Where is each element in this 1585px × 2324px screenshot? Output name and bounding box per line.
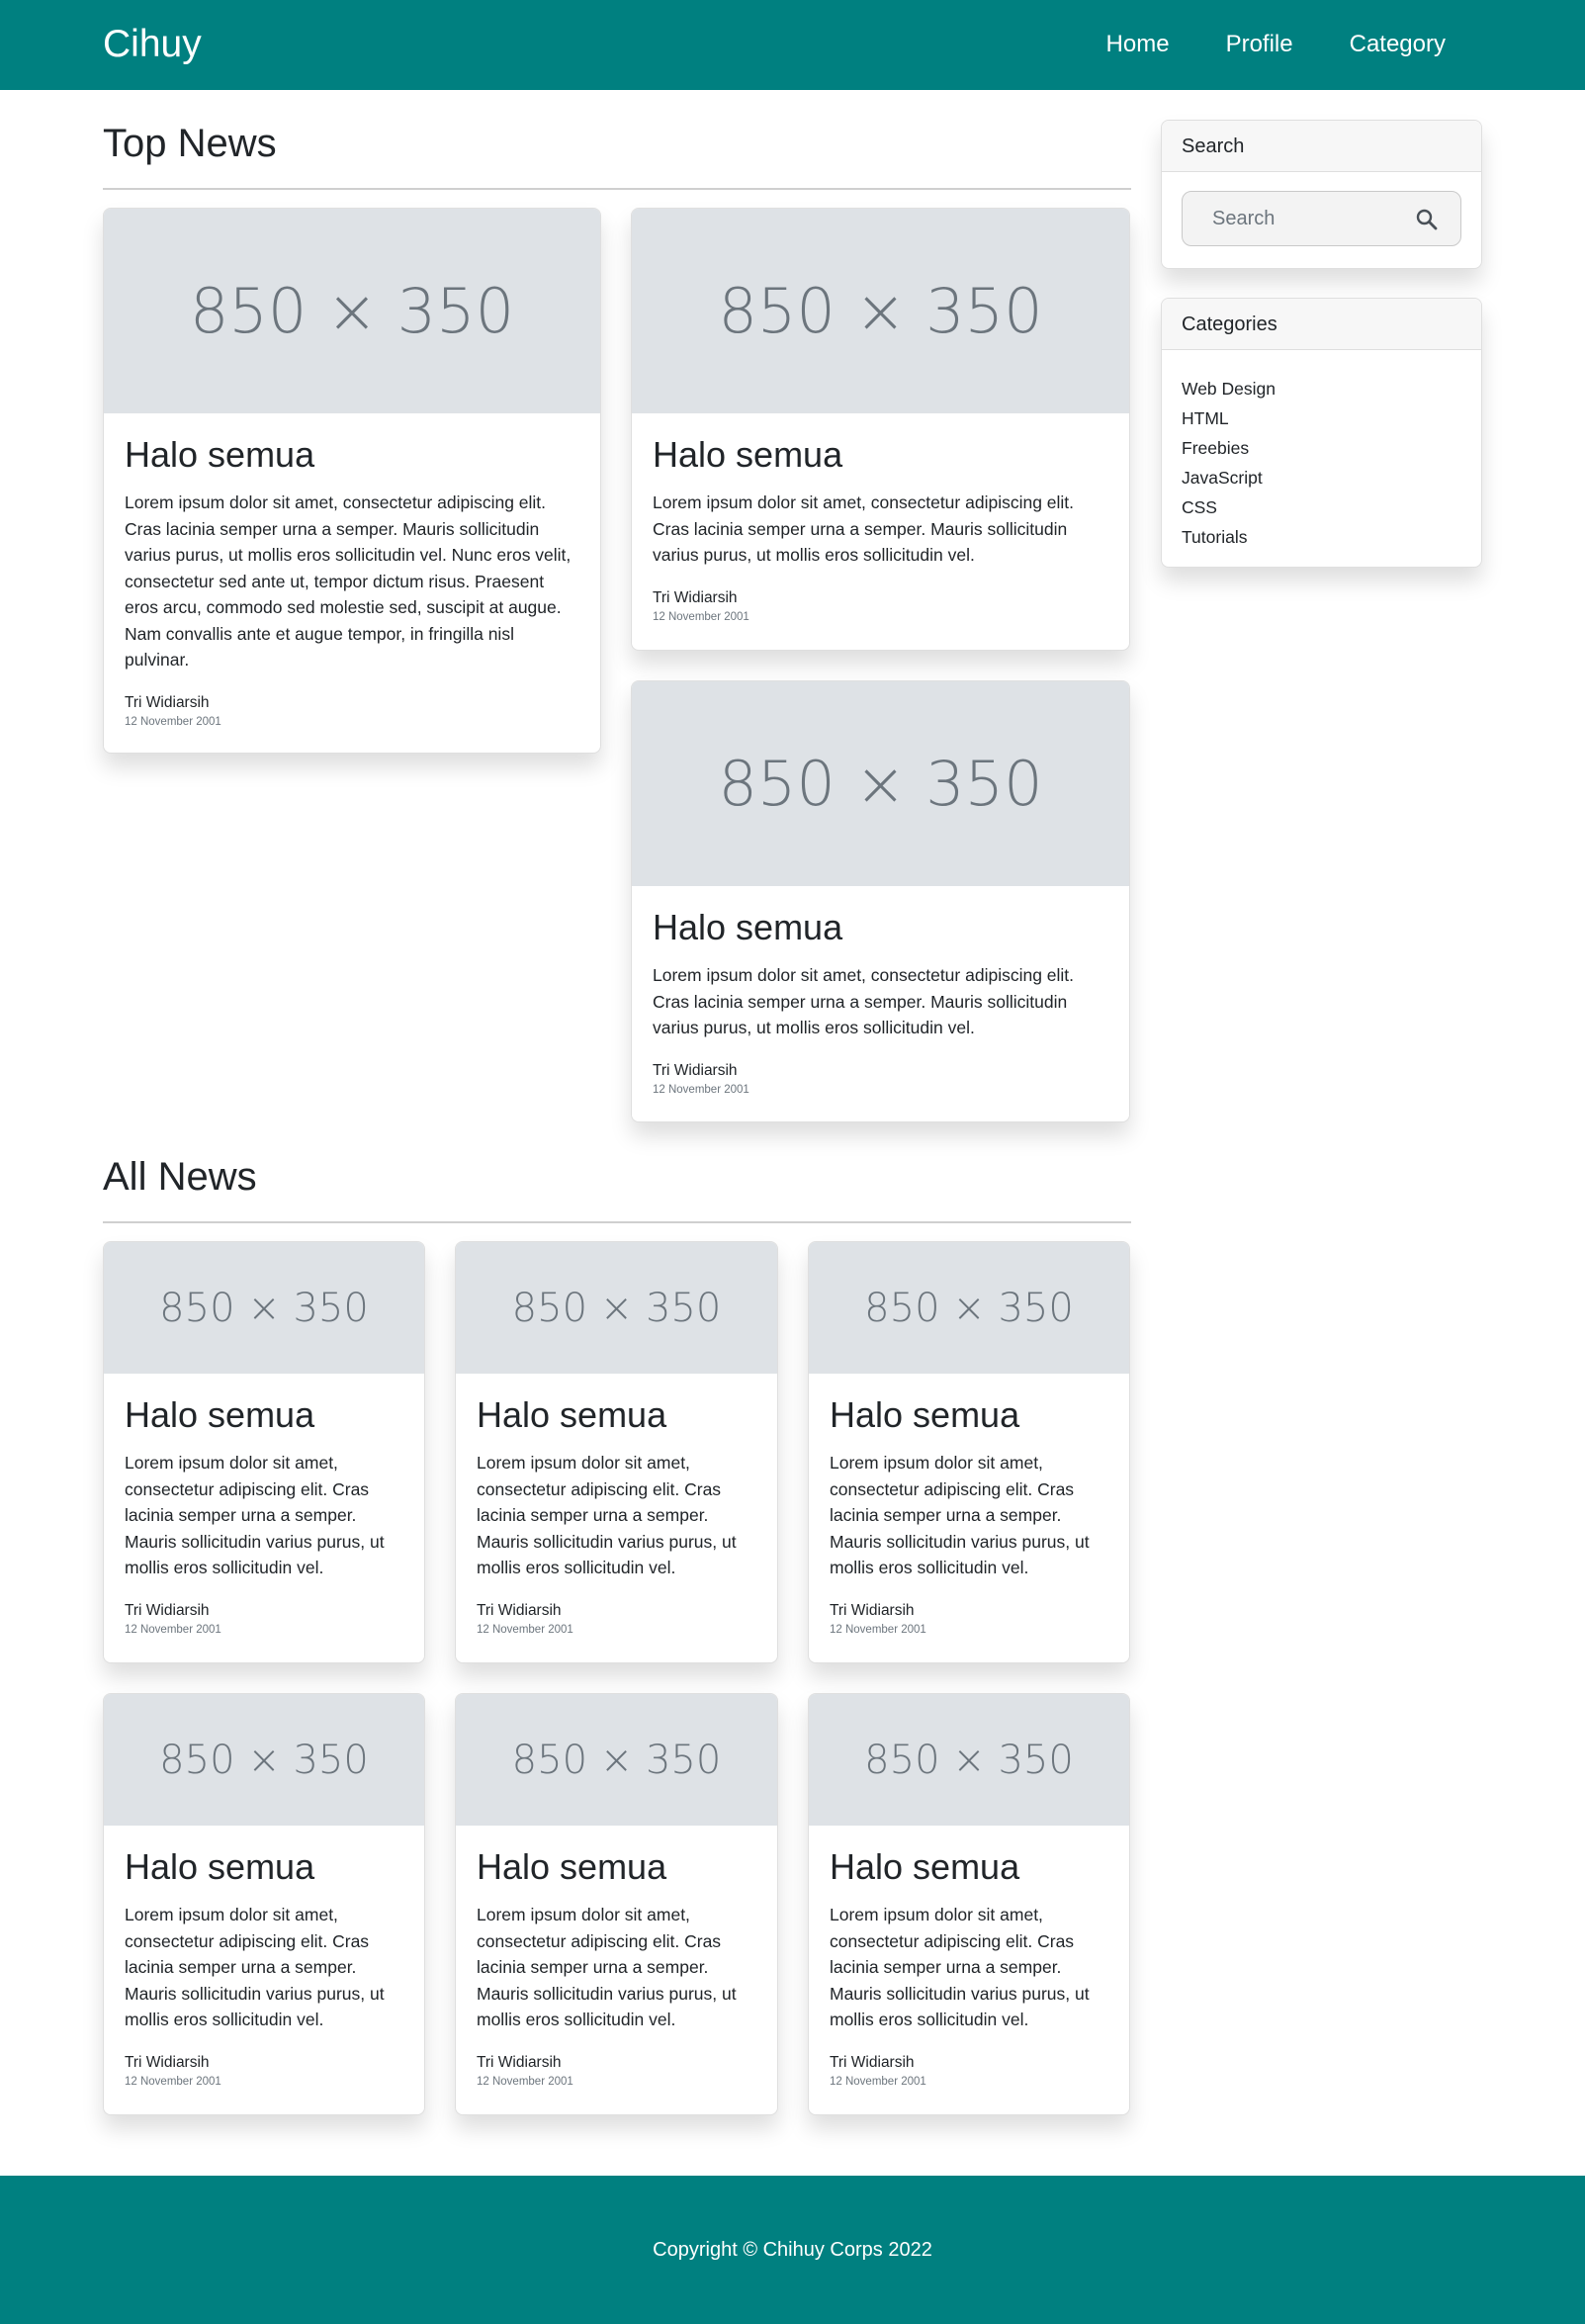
card-author: Tri Widiarsih: [125, 693, 210, 711]
all-news-title: All News: [103, 1154, 1131, 1223]
footer: Copyright © Chihuy Corps 2022: [0, 2176, 1585, 2324]
card-image-placeholder: 850 × 350: [104, 209, 600, 413]
card-author: Tri Widiarsih: [653, 588, 738, 606]
category-item-css[interactable]: CSS: [1182, 492, 1461, 522]
card-body: Halo semua Lorem ipsum dolor sit amet, c…: [809, 1374, 1129, 1660]
categories-list: Web Design HTML Freebies JavaScript CSS …: [1162, 350, 1481, 567]
categories-widget: Categories Web Design HTML Freebies Java…: [1161, 298, 1482, 568]
card-text: Lorem ipsum dolor sit amet, consectetur …: [125, 1905, 385, 2029]
card-body: Halo semua Lorem ipsum dolor sit amet, c…: [456, 1826, 777, 2112]
card-title[interactable]: Halo semua: [653, 907, 1108, 948]
news-card[interactable]: 850 × 350 Halo semua Lorem ipsum dolor s…: [103, 1241, 425, 1663]
card-image-placeholder: 850 × 350: [809, 1694, 1129, 1826]
card-image-placeholder: 850 × 350: [456, 1694, 777, 1826]
card-author: Tri Widiarsih: [653, 1061, 738, 1079]
news-card[interactable]: 850 × 350 Halo semua Lorem ipsum dolor s…: [808, 1693, 1130, 2115]
card-body: Halo semua Lorem ipsum dolor sit amet, c…: [809, 1826, 1129, 2112]
category-item-html[interactable]: HTML: [1182, 403, 1461, 433]
search-widget: Search: [1161, 120, 1482, 269]
card-image-placeholder: 850 × 350: [632, 681, 1129, 886]
card-author: Tri Widiarsih: [830, 1601, 915, 1619]
nav-links: Home Profile Category: [1050, 27, 1446, 62]
card-title[interactable]: Halo semua: [653, 434, 1108, 476]
card-text: Lorem ipsum dolor sit amet, consectetur …: [477, 1453, 737, 1577]
card-body: Halo semua Lorem ipsum dolor sit amet, c…: [104, 1374, 424, 1660]
card-title[interactable]: Halo semua: [125, 434, 579, 476]
card-title[interactable]: Halo semua: [477, 1394, 756, 1436]
card-date: 12 November 2001: [477, 2075, 573, 2088]
card-date: 12 November 2001: [830, 2075, 926, 2088]
category-item-freebies[interactable]: Freebies: [1182, 433, 1461, 463]
card-author: Tri Widiarsih: [125, 2053, 210, 2071]
card-image-placeholder: 850 × 350: [104, 1694, 424, 1826]
card-date: 12 November 2001: [653, 1083, 749, 1096]
card-date: 12 November 2001: [125, 2075, 221, 2088]
card-text: Lorem ipsum dolor sit amet, consectetur …: [125, 1453, 385, 1577]
search-box: [1182, 191, 1461, 246]
navbar: Cihuy Home Profile Category: [0, 0, 1585, 90]
card-author: Tri Widiarsih: [125, 1601, 210, 1619]
nav-link-home[interactable]: Home: [1106, 27, 1170, 62]
search-widget-header: Search: [1162, 121, 1481, 172]
search-icon[interactable]: [1415, 208, 1439, 231]
card-text: Lorem ipsum dolor sit amet, consectetur …: [477, 1905, 737, 2029]
footer-copyright: Copyright © Chihuy Corps 2022: [653, 2238, 932, 2261]
category-item-javascript[interactable]: JavaScript: [1182, 463, 1461, 492]
card-body: Halo semua Lorem ipsum dolor sit amet, c…: [456, 1374, 777, 1660]
card-date: 12 November 2001: [125, 715, 221, 728]
nav-link-category[interactable]: Category: [1350, 27, 1446, 62]
card-image-placeholder: 850 × 350: [809, 1242, 1129, 1374]
card-text: Lorem ipsum dolor sit amet, consectetur …: [653, 965, 1075, 1037]
card-date: 12 November 2001: [830, 1623, 926, 1636]
card-title[interactable]: Halo semua: [477, 1846, 756, 1888]
nav-link-profile[interactable]: Profile: [1226, 27, 1293, 62]
top-news-title: Top News: [103, 121, 1131, 190]
top-news-card[interactable]: 850 × 350 Halo semua Lorem ipsum dolor s…: [103, 208, 601, 754]
card-body: Halo semua Lorem ipsum dolor sit amet, c…: [104, 413, 600, 753]
card-author: Tri Widiarsih: [830, 2053, 915, 2071]
category-item-web-design[interactable]: Web Design: [1182, 374, 1461, 403]
top-news-card[interactable]: 850 × 350 Halo semua Lorem ipsum dolor s…: [631, 208, 1130, 651]
news-card[interactable]: 850 × 350 Halo semua Lorem ipsum dolor s…: [455, 1241, 778, 1663]
card-image-placeholder: 850 × 350: [456, 1242, 777, 1374]
card-author: Tri Widiarsih: [477, 2053, 562, 2071]
card-date: 12 November 2001: [477, 1623, 573, 1636]
card-text: Lorem ipsum dolor sit amet, consectetur …: [830, 1905, 1090, 2029]
card-title[interactable]: Halo semua: [125, 1394, 403, 1436]
brand-logo[interactable]: Cihuy: [103, 22, 202, 67]
card-title[interactable]: Halo semua: [125, 1846, 403, 1888]
card-text: Lorem ipsum dolor sit amet, consectetur …: [830, 1453, 1090, 1577]
card-title[interactable]: Halo semua: [830, 1846, 1108, 1888]
card-image-placeholder: 850 × 350: [104, 1242, 424, 1374]
card-body: Halo semua Lorem ipsum dolor sit amet, c…: [104, 1826, 424, 2112]
card-text: Lorem ipsum dolor sit amet, consectetur …: [125, 492, 572, 670]
categories-widget-header: Categories: [1162, 299, 1481, 350]
card-author: Tri Widiarsih: [477, 1601, 562, 1619]
news-card[interactable]: 850 × 350 Halo semua Lorem ipsum dolor s…: [808, 1241, 1130, 1663]
category-item-tutorials[interactable]: Tutorials: [1182, 522, 1461, 552]
card-body: Halo semua Lorem ipsum dolor sit amet, c…: [632, 886, 1129, 1120]
news-card[interactable]: 850 × 350 Halo semua Lorem ipsum dolor s…: [455, 1693, 778, 2115]
card-image-placeholder: 850 × 350: [632, 209, 1129, 413]
card-title[interactable]: Halo semua: [830, 1394, 1108, 1436]
card-date: 12 November 2001: [125, 1623, 221, 1636]
card-date: 12 November 2001: [653, 610, 749, 623]
card-body: Halo semua Lorem ipsum dolor sit amet, c…: [632, 413, 1129, 648]
news-card[interactable]: 850 × 350 Halo semua Lorem ipsum dolor s…: [103, 1693, 425, 2115]
card-text: Lorem ipsum dolor sit amet, consectetur …: [653, 492, 1075, 565]
top-news-card[interactable]: 850 × 350 Halo semua Lorem ipsum dolor s…: [631, 680, 1130, 1122]
